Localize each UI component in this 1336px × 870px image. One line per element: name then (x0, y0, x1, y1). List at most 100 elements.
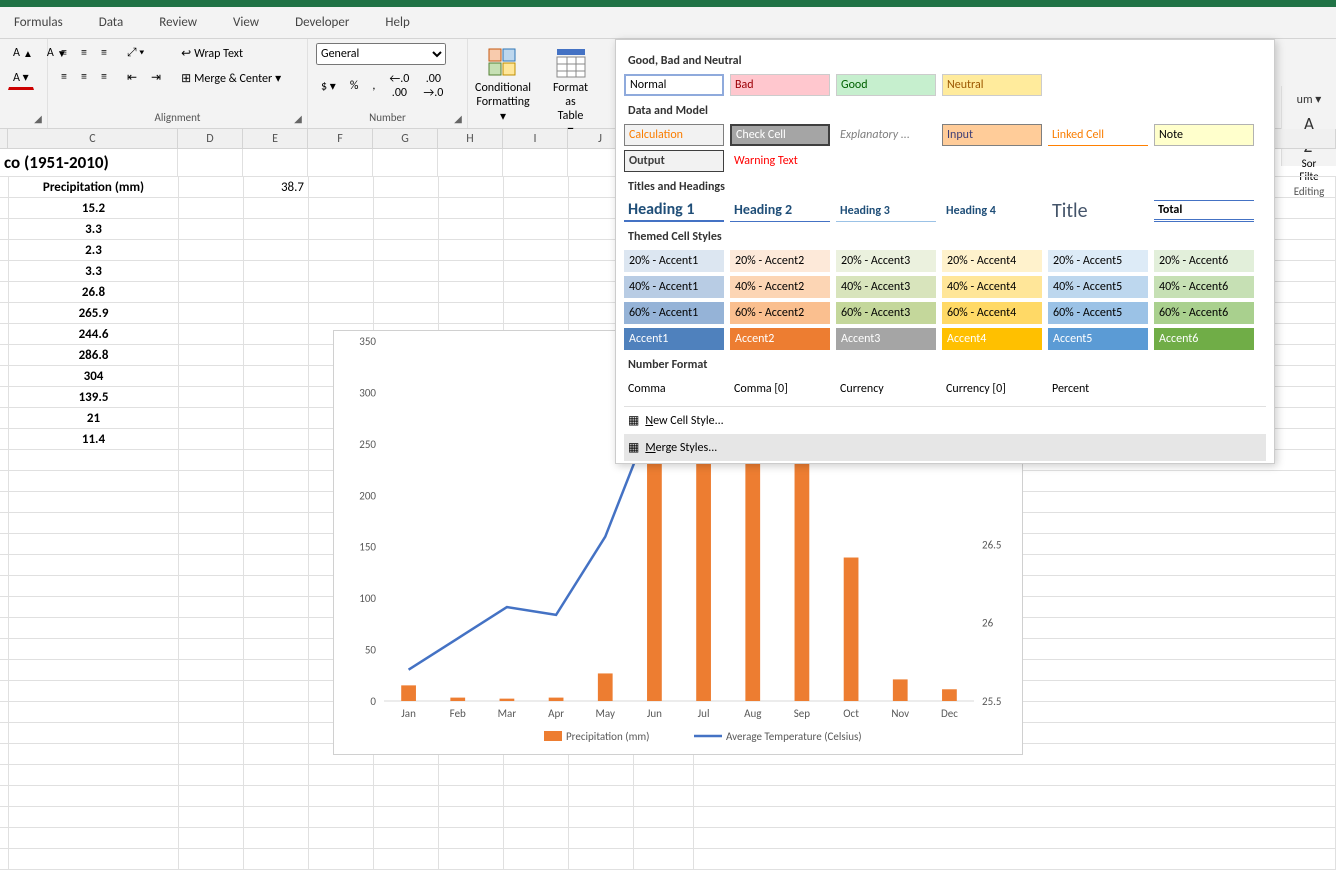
cell[interactable] (504, 261, 569, 281)
cell[interactable] (374, 303, 439, 323)
tab-review[interactable]: Review (155, 9, 201, 36)
cell[interactable] (634, 828, 694, 848)
col-header-G[interactable]: G (373, 129, 438, 148)
merge-styles-button[interactable]: ▦ Merge Styles... (624, 434, 1266, 461)
cell[interactable] (9, 807, 179, 827)
cell[interactable] (309, 807, 374, 827)
cell[interactable] (373, 149, 438, 176)
cell[interactable] (179, 345, 244, 365)
cell[interactable] (244, 849, 309, 869)
style-comma[interactable]: Comma (624, 378, 724, 400)
tab-developer[interactable]: Developer (291, 9, 353, 36)
cell[interactable] (439, 177, 504, 197)
orientation-button[interactable]: ⤢ ▾ (122, 43, 149, 63)
cell-precip-4[interactable]: 26.8 (9, 282, 179, 302)
style-total[interactable]: Total (1154, 200, 1254, 222)
align-right-button[interactable]: ≡ (96, 67, 112, 87)
cell[interactable] (504, 198, 569, 218)
align-left-button[interactable]: ≡ (56, 67, 72, 87)
cell[interactable] (179, 198, 244, 218)
cell[interactable] (244, 198, 309, 218)
style-20-accent4[interactable]: 20% - Accent4 (942, 250, 1042, 272)
cell[interactable] (504, 828, 569, 848)
cell-precip-6[interactable]: 244.6 (9, 324, 179, 344)
currency-button[interactable]: $ ▾ (316, 69, 341, 103)
style-20-accent2[interactable]: 20% - Accent2 (730, 250, 830, 272)
cell[interactable] (9, 597, 179, 617)
style-40-accent6[interactable]: 40% - Accent6 (1154, 276, 1254, 298)
cell[interactable] (244, 828, 309, 848)
style-neutral[interactable]: Neutral (942, 74, 1042, 96)
cell[interactable] (9, 618, 179, 638)
cell[interactable] (244, 723, 309, 743)
cell[interactable] (504, 282, 569, 302)
style-60-accent2[interactable]: 60% - Accent2 (730, 302, 830, 324)
increase-font-button[interactable]: A▲ (8, 43, 38, 63)
cell[interactable] (244, 471, 309, 491)
cell-precip-10[interactable]: 21 (9, 408, 179, 428)
cell-header-precip[interactable]: Precipitation (mm) (9, 177, 179, 197)
cell[interactable] (374, 219, 439, 239)
cell[interactable] (179, 534, 244, 554)
cell[interactable] (438, 149, 503, 176)
style-40-accent4[interactable]: 40% - Accent4 (942, 276, 1042, 298)
cell[interactable] (179, 681, 244, 701)
style-comma0[interactable]: Comma [0] (730, 378, 830, 400)
style-check-cell[interactable]: Check Cell (730, 124, 830, 146)
cell[interactable] (9, 660, 179, 680)
cell[interactable] (439, 303, 504, 323)
cell[interactable] (244, 555, 309, 575)
cell[interactable] (309, 177, 374, 197)
cell[interactable] (9, 639, 179, 659)
cell[interactable] (439, 786, 504, 806)
cell[interactable] (309, 303, 374, 323)
cell-precip-0[interactable]: 15.2 (9, 198, 179, 218)
style-linked-cell[interactable]: Linked Cell (1048, 124, 1148, 146)
cell[interactable] (439, 828, 504, 848)
cell[interactable] (504, 849, 569, 869)
style-currency0[interactable]: Currency [0] (942, 378, 1042, 400)
style-40-accent1[interactable]: 40% - Accent1 (624, 276, 724, 298)
cell[interactable] (179, 387, 244, 407)
cell[interactable] (569, 807, 634, 827)
style-accent5[interactable]: Accent5 (1048, 328, 1148, 350)
cell[interactable] (244, 261, 309, 281)
decrease-decimal-button[interactable]: .00→.0 (418, 69, 448, 103)
cell[interactable] (374, 849, 439, 869)
cell[interactable] (9, 681, 179, 701)
cell[interactable] (244, 450, 309, 470)
style-heading4[interactable]: Heading 4 (942, 200, 1042, 222)
cell[interactable] (9, 723, 179, 743)
style-normal[interactable]: Normal (624, 74, 724, 96)
style-accent6[interactable]: Accent6 (1154, 328, 1254, 350)
cell[interactable] (504, 177, 569, 197)
cell[interactable] (179, 744, 244, 764)
cell[interactable] (9, 744, 179, 764)
cell[interactable] (179, 555, 244, 575)
cell[interactable] (244, 303, 309, 323)
cell[interactable] (374, 198, 439, 218)
merge-center-button[interactable]: ⊞ Merge & Center ▾ (176, 68, 286, 89)
cell[interactable] (309, 198, 374, 218)
cell[interactable] (179, 408, 244, 428)
cell[interactable] (179, 639, 244, 659)
style-40-accent2[interactable]: 40% - Accent2 (730, 276, 830, 298)
style-20-accent1[interactable]: 20% - Accent1 (624, 250, 724, 272)
cell[interactable] (179, 261, 244, 281)
cell[interactable] (374, 807, 439, 827)
cell[interactable] (309, 219, 374, 239)
style-accent3[interactable]: Accent3 (836, 328, 936, 350)
format-as-table-button[interactable]: Format as Table ▾ (546, 43, 595, 142)
cell[interactable] (179, 303, 244, 323)
style-note[interactable]: Note (1154, 124, 1254, 146)
font-dialog-launcher[interactable]: ◢ (31, 112, 45, 126)
cell[interactable] (374, 282, 439, 302)
cell-precip-3[interactable]: 3.3 (9, 261, 179, 281)
decrease-indent-button[interactable]: ⇤ (122, 67, 142, 88)
number-format-select[interactable]: General (316, 43, 446, 65)
style-input[interactable]: Input (942, 124, 1042, 146)
style-60-accent3[interactable]: 60% - Accent3 (836, 302, 936, 324)
cell[interactable] (9, 450, 179, 470)
cell[interactable] (569, 765, 634, 785)
cell-precip-9[interactable]: 139.5 (9, 387, 179, 407)
